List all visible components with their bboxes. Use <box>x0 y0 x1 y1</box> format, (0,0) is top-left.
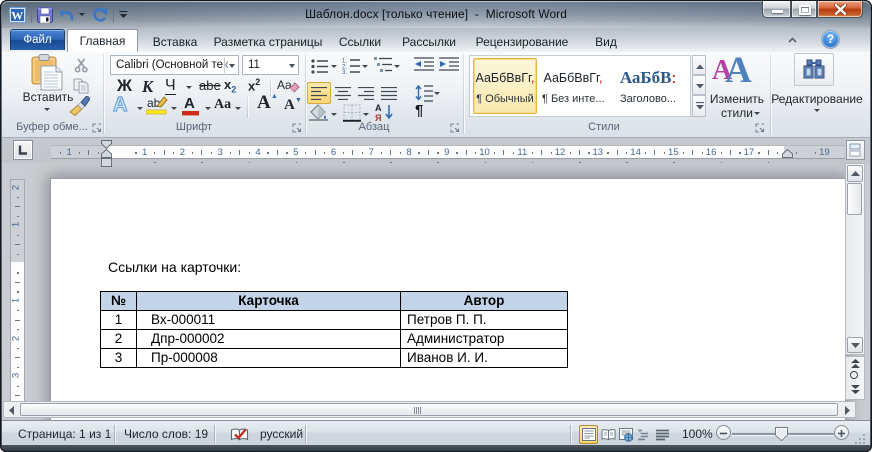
svg-text:Aa: Aa <box>277 78 292 92</box>
svg-text:А: А <box>375 103 382 113</box>
svg-text:3.: 3. <box>342 70 347 74</box>
